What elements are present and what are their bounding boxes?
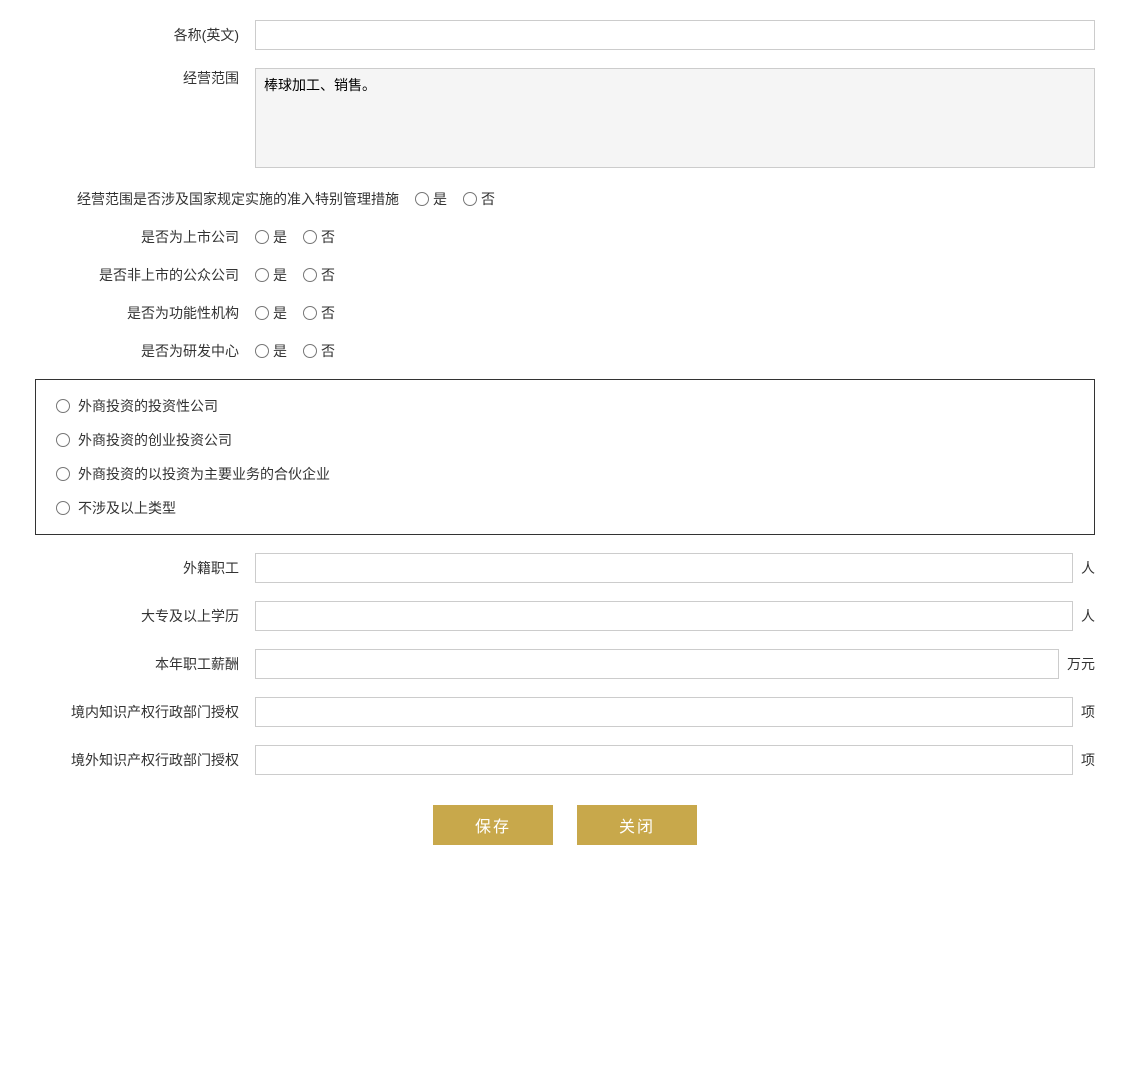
public-company-row: 是否非上市的公众公司 是 否: [35, 265, 1095, 285]
annual-salary-row: 本年职工薪酬 万元: [35, 649, 1095, 679]
business-scope-row: 经营范围 棒球加工、销售。: [35, 68, 1095, 171]
listed-company-label: 是否为上市公司: [35, 227, 255, 247]
special-mgmt-yes[interactable]: 是: [415, 189, 447, 209]
special-mgmt-radio-group: 是 否: [415, 189, 495, 209]
fi-option-2-label: 外商投资的创业投资公司: [78, 430, 232, 450]
button-row: 保存 关闭: [35, 805, 1095, 845]
rd-no-label: 否: [321, 341, 335, 361]
fi-option-4[interactable]: 不涉及以上类型: [56, 498, 1074, 518]
domestic-ip-unit: 项: [1081, 702, 1095, 722]
close-button[interactable]: 关闭: [577, 805, 697, 845]
listed-no-label: 否: [321, 227, 335, 247]
english-name-label: 各称(英文): [35, 25, 255, 45]
foreign-ip-row: 境外知识产权行政部门授权 项: [35, 745, 1095, 775]
special-mgmt-yes-label: 是: [433, 189, 447, 209]
foreign-ip-label: 境外知识产权行政部门授权: [35, 750, 255, 770]
business-scope-wrapper: 棒球加工、销售。: [255, 68, 1095, 171]
functional-no[interactable]: 否: [303, 303, 335, 323]
annual-salary-unit: 万元: [1067, 654, 1095, 674]
foreign-staff-row: 外籍职工 人: [35, 553, 1095, 583]
public-no-label: 否: [321, 265, 335, 285]
functional-org-label: 是否为功能性机构: [35, 303, 255, 323]
domestic-ip-label: 境内知识产权行政部门授权: [35, 702, 255, 722]
listed-no[interactable]: 否: [303, 227, 335, 247]
english-name-input[interactable]: [255, 20, 1095, 50]
functional-yes[interactable]: 是: [255, 303, 287, 323]
public-company-radio-group: 是 否: [255, 265, 335, 285]
fi-option-4-label: 不涉及以上类型: [78, 498, 176, 518]
business-scope-label: 经营范围: [35, 68, 255, 88]
special-mgmt-no-label: 否: [481, 189, 495, 209]
fi-option-3[interactable]: 外商投资的以投资为主要业务的合伙企业: [56, 464, 1074, 484]
annual-salary-input[interactable]: [255, 649, 1059, 679]
annual-salary-label: 本年职工薪酬: [35, 654, 255, 674]
fi-option-1-label: 外商投资的投资性公司: [78, 396, 218, 416]
college-edu-row: 大专及以上学历 人: [35, 601, 1095, 631]
public-yes[interactable]: 是: [255, 265, 287, 285]
rd-yes[interactable]: 是: [255, 341, 287, 361]
foreign-staff-label: 外籍职工: [35, 558, 255, 578]
foreign-investment-box: 外商投资的投资性公司 外商投资的创业投资公司 外商投资的以投资为主要业务的合伙企…: [35, 379, 1095, 535]
rd-no[interactable]: 否: [303, 341, 335, 361]
public-yes-label: 是: [273, 265, 287, 285]
business-scope-textarea[interactable]: 棒球加工、销售。: [255, 68, 1095, 168]
rd-center-radio-group: 是 否: [255, 341, 335, 361]
save-button[interactable]: 保存: [433, 805, 553, 845]
rd-center-row: 是否为研发中心 是 否: [35, 341, 1095, 361]
college-edu-unit: 人: [1081, 606, 1095, 626]
rd-yes-label: 是: [273, 341, 287, 361]
functional-org-radio-group: 是 否: [255, 303, 335, 323]
english-name-row: 各称(英文): [35, 20, 1095, 50]
functional-org-row: 是否为功能性机构 是 否: [35, 303, 1095, 323]
fi-option-2[interactable]: 外商投资的创业投资公司: [56, 430, 1074, 450]
fi-option-1[interactable]: 外商投资的投资性公司: [56, 396, 1074, 416]
form-container: 各称(英文) 经营范围 棒球加工、销售。 经营范围是否涉及国家规定实施的准入特别…: [35, 20, 1095, 845]
fi-option-3-label: 外商投资的以投资为主要业务的合伙企业: [78, 464, 330, 484]
foreign-staff-unit: 人: [1081, 558, 1095, 578]
listed-company-row: 是否为上市公司 是 否: [35, 227, 1095, 247]
foreign-ip-unit: 项: [1081, 750, 1095, 770]
foreign-ip-input[interactable]: [255, 745, 1073, 775]
functional-no-label: 否: [321, 303, 335, 323]
special-mgmt-label: 经营范围是否涉及国家规定实施的准入特别管理措施: [35, 189, 415, 209]
public-company-label: 是否非上市的公众公司: [35, 265, 255, 285]
special-mgmt-row: 经营范围是否涉及国家规定实施的准入特别管理措施 是 否: [35, 189, 1095, 209]
listed-yes[interactable]: 是: [255, 227, 287, 247]
college-edu-input[interactable]: [255, 601, 1073, 631]
listed-company-radio-group: 是 否: [255, 227, 335, 247]
domestic-ip-input[interactable]: [255, 697, 1073, 727]
domestic-ip-row: 境内知识产权行政部门授权 项: [35, 697, 1095, 727]
functional-yes-label: 是: [273, 303, 287, 323]
college-edu-label: 大专及以上学历: [35, 606, 255, 626]
foreign-staff-input[interactable]: [255, 553, 1073, 583]
special-mgmt-no[interactable]: 否: [463, 189, 495, 209]
public-no[interactable]: 否: [303, 265, 335, 285]
rd-center-label: 是否为研发中心: [35, 341, 255, 361]
listed-yes-label: 是: [273, 227, 287, 247]
